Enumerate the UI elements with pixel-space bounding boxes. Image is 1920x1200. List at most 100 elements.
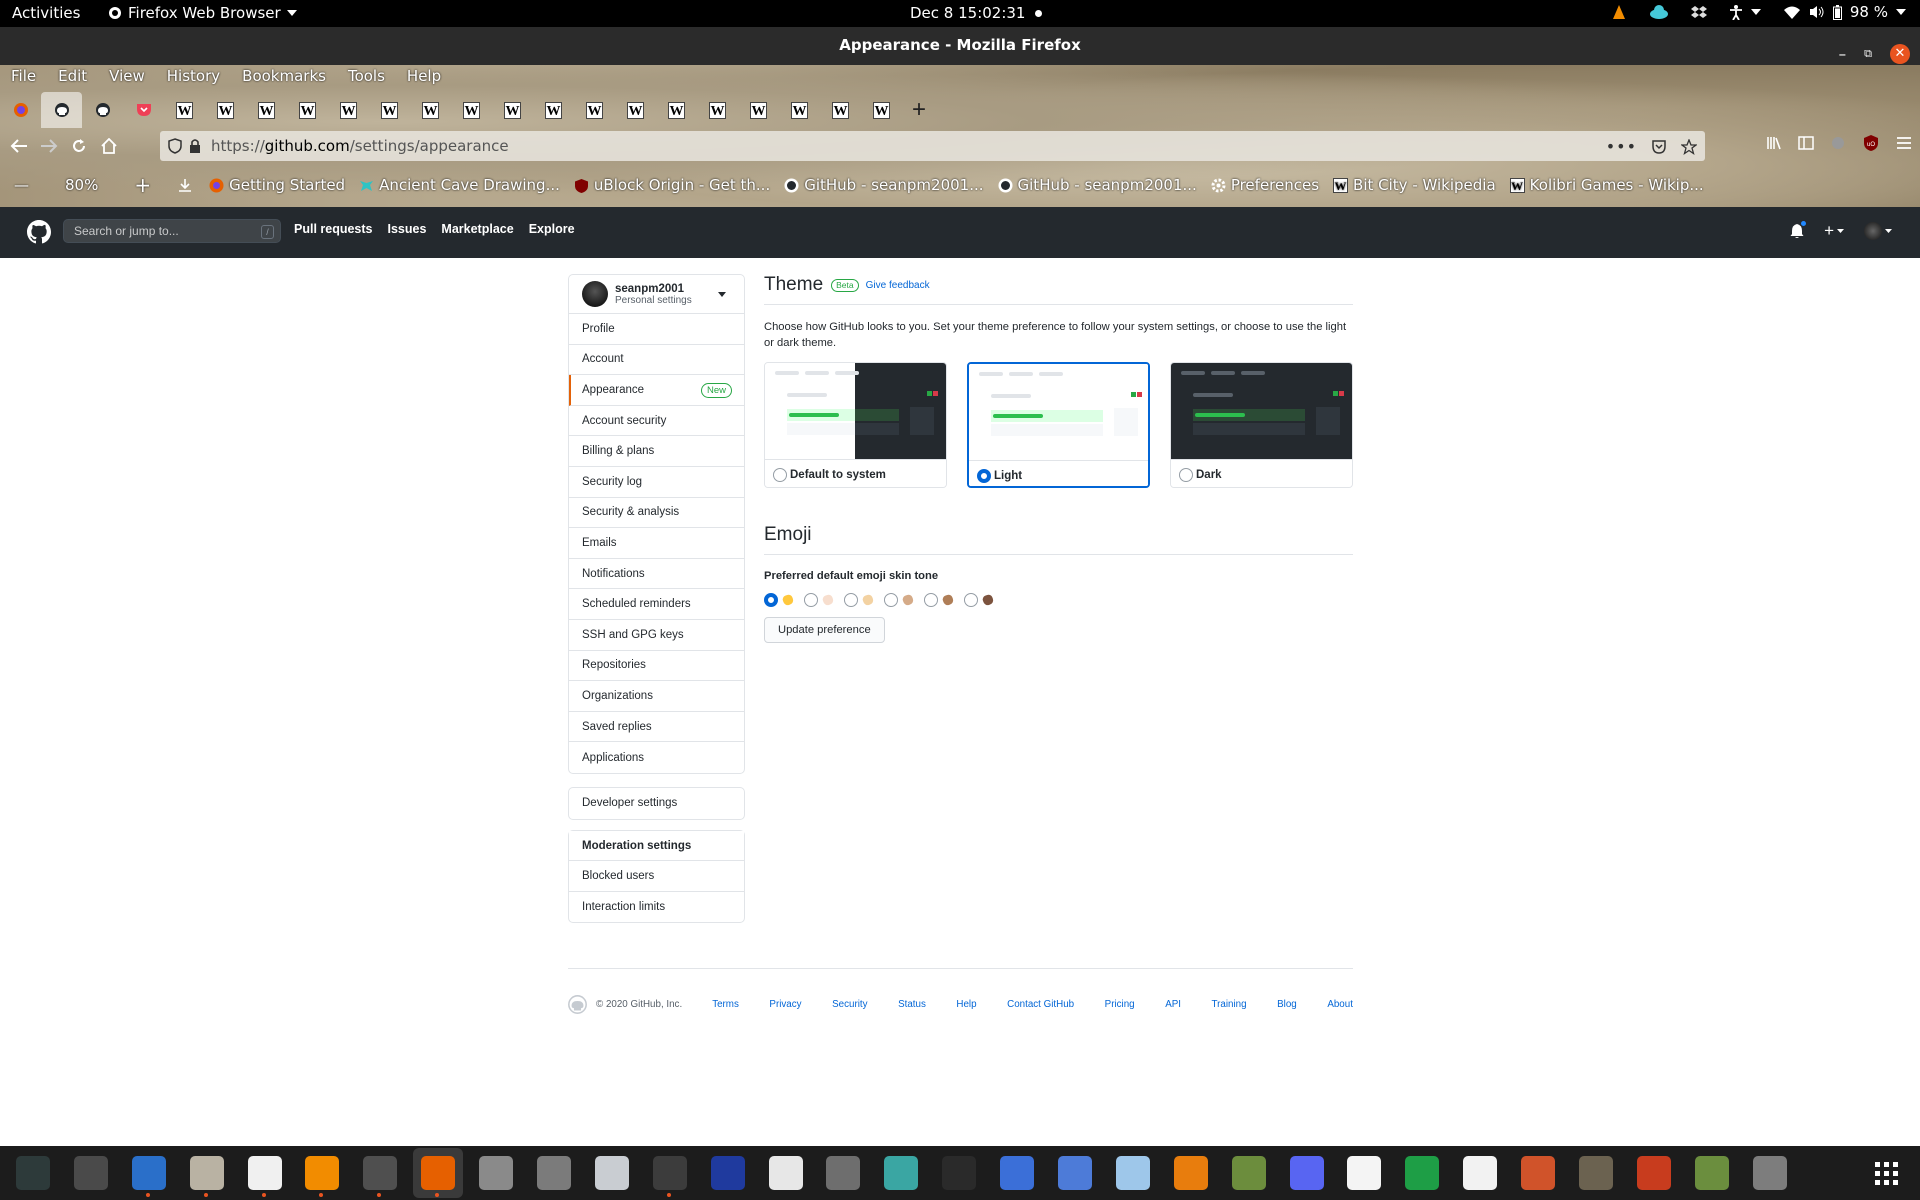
tab[interactable]: W	[287, 92, 328, 128]
save-to-pocket-icon[interactable]	[177, 177, 193, 193]
dock-audio-analyzer[interactable]	[761, 1148, 811, 1198]
tab[interactable]: W	[451, 92, 492, 128]
tab[interactable]: W	[533, 92, 574, 128]
activities-button[interactable]: Activities	[12, 4, 80, 22]
star-icon[interactable]	[1681, 138, 1697, 155]
menu-history[interactable]: History	[156, 65, 231, 89]
tab[interactable]: W	[205, 92, 246, 128]
tab[interactable]: W	[574, 92, 615, 128]
ublock-icon[interactable]: uO	[1862, 134, 1880, 152]
dock-typora[interactable]	[1455, 1148, 1505, 1198]
tab[interactable]: W	[492, 92, 533, 128]
bookmark-item[interactable]: GitHub - seanpm2001...	[784, 176, 984, 194]
theme-option-light[interactable]: Light	[967, 362, 1150, 488]
sidebar-item-scheduled-reminders[interactable]: Scheduled reminders	[569, 589, 744, 620]
zoom-in-button[interactable]: +	[134, 173, 151, 197]
zoom-out-button[interactable]: —	[14, 176, 29, 194]
tab[interactable]	[0, 92, 41, 128]
sidebar-item-billing-plans[interactable]: Billing & plans	[569, 436, 744, 467]
back-button[interactable]	[4, 131, 34, 161]
dock-calendar[interactable]	[876, 1148, 926, 1198]
dock-minecraft-launcher[interactable]	[1224, 1148, 1274, 1198]
close-button[interactable]: ✕	[1890, 44, 1910, 64]
dock-blender[interactable]	[1166, 1148, 1216, 1198]
radio-button[interactable]	[964, 593, 978, 607]
search-input[interactable]: Search or jump to... /	[63, 219, 281, 243]
radio-button[interactable]	[924, 593, 938, 607]
dock-gimp[interactable]	[1571, 1148, 1621, 1198]
menu-file[interactable]: File	[0, 65, 47, 89]
dock-atari[interactable]	[703, 1148, 753, 1198]
show-applications-icon[interactable]	[1875, 1162, 1898, 1185]
tab[interactable]: W	[820, 92, 861, 128]
footer-link-training[interactable]: Training	[1212, 999, 1247, 1010]
bookmark-item[interactable]: GitHub - seanpm2001...	[998, 176, 1197, 194]
new-tab-button[interactable]: +	[912, 96, 926, 124]
update-preference-button[interactable]: Update preference	[764, 617, 885, 643]
tab[interactable]	[82, 92, 123, 128]
tab[interactable]: W	[328, 92, 369, 128]
dock-text-editor[interactable]	[240, 1148, 290, 1198]
sidebar-item-ssh-and-gpg-keys[interactable]: SSH and GPG keys	[569, 620, 744, 651]
dock-software[interactable]	[818, 1148, 868, 1198]
theme-option-dark[interactable]: Dark	[1170, 362, 1353, 488]
nav-issues[interactable]: Issues	[388, 222, 427, 236]
sidebar-item-security-log[interactable]: Security log	[569, 467, 744, 498]
skin-tone-option[interactable]	[884, 593, 915, 607]
footer-link-contact-github[interactable]: Contact GitHub	[1007, 999, 1074, 1010]
sidebar-item-profile[interactable]: Profile	[569, 314, 744, 345]
dock-calc[interactable]	[1397, 1148, 1447, 1198]
pocket-icon[interactable]	[1651, 139, 1667, 155]
zoom-level[interactable]: 80%	[65, 176, 98, 194]
dock-impress[interactable]	[1513, 1148, 1563, 1198]
nav-explore[interactable]: Explore	[529, 222, 575, 236]
github-mark-icon[interactable]	[568, 995, 587, 1014]
radio-button[interactable]	[1179, 467, 1193, 482]
dock-extensions[interactable]	[66, 1148, 116, 1198]
account-switcher[interactable]: seanpm2001 Personal settings	[569, 275, 744, 314]
page-actions-icon[interactable]: •••	[1606, 137, 1637, 156]
library-icon[interactable]	[1766, 135, 1782, 151]
footer-link-api[interactable]: API	[1165, 999, 1181, 1010]
reload-button[interactable]	[64, 131, 94, 161]
footer-link-about[interactable]: About	[1327, 999, 1353, 1010]
app-menu[interactable]: Firefox Web Browser	[108, 4, 297, 22]
dock-inkscape-dark[interactable]	[934, 1148, 984, 1198]
tab[interactable]: W	[369, 92, 410, 128]
vlc-tray-icon[interactable]	[1611, 4, 1627, 20]
sidebar-item-account[interactable]: Account	[569, 345, 744, 376]
status-menu[interactable]: 98 %	[1729, 3, 1906, 21]
radio-button[interactable]	[977, 468, 991, 483]
menu-view[interactable]: View	[98, 65, 156, 89]
footer-link-pricing[interactable]: Pricing	[1105, 999, 1135, 1010]
skin-tone-option[interactable]	[804, 593, 835, 607]
bookmark-item[interactable]: uBlock Origin - Get th...	[574, 176, 770, 194]
footer-link-privacy[interactable]: Privacy	[769, 999, 801, 1010]
footer-link-help[interactable]: Help	[956, 999, 976, 1010]
user-menu-button[interactable]	[1864, 222, 1892, 240]
home-button[interactable]	[94, 131, 124, 161]
theme-option-default-to-system[interactable]: Default to system	[764, 362, 947, 488]
bookmark-item[interactable]: W Kolibri Games - Wikip...	[1509, 176, 1704, 194]
tab[interactable]: W	[779, 92, 820, 128]
dock-writer[interactable]	[124, 1148, 174, 1198]
skin-tone-option[interactable]	[764, 593, 795, 607]
menu-edit[interactable]: Edit	[47, 65, 98, 89]
dock-minecraft[interactable]	[1687, 1148, 1737, 1198]
dock-terminal[interactable]	[645, 1148, 695, 1198]
sidebar-item-saved-replies[interactable]: Saved replies	[569, 712, 744, 743]
skin-tone-option[interactable]	[844, 593, 875, 607]
dock-vlc[interactable]	[297, 1148, 347, 1198]
dock-calculator[interactable]	[355, 1148, 405, 1198]
dock-tasks[interactable]	[992, 1148, 1042, 1198]
footer-link-status[interactable]: Status	[898, 999, 926, 1010]
clock[interactable]: Dec 8 15:02:31	[910, 4, 1043, 22]
dropbox-icon[interactable]	[1690, 4, 1707, 20]
notifications-button[interactable]	[1790, 220, 1808, 239]
tab[interactable]: W	[615, 92, 656, 128]
radio-button[interactable]	[884, 593, 898, 607]
dock-firefox[interactable]	[413, 1148, 464, 1198]
nav-marketplace[interactable]: Marketplace	[441, 222, 513, 236]
footer-link-blog[interactable]: Blog	[1277, 999, 1297, 1010]
tab[interactable]: W	[164, 92, 205, 128]
